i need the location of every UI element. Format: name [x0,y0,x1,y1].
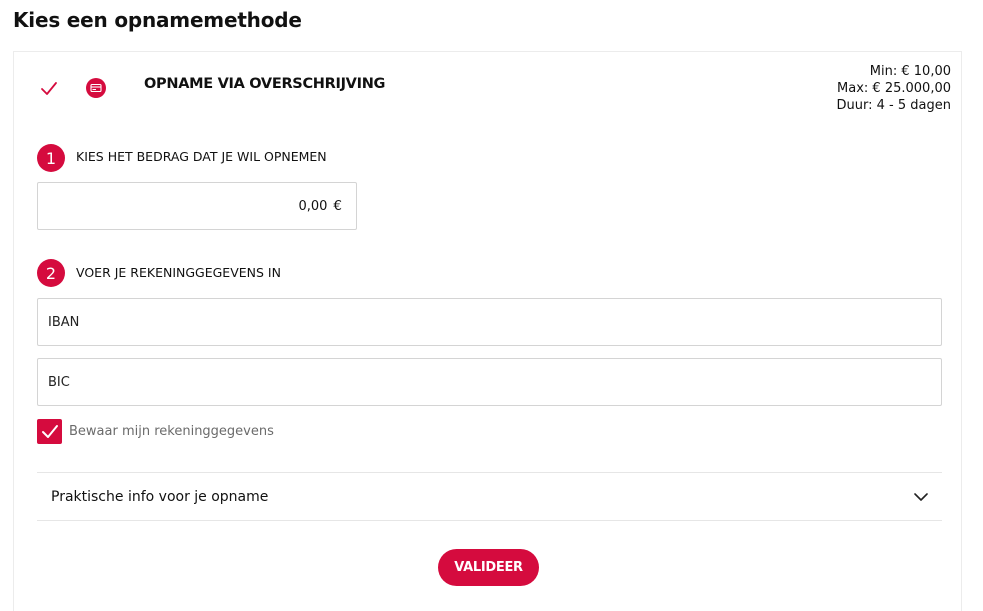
checkbox-check-icon [41,424,58,438]
save-details-label[interactable]: Bewaar mijn rekeninggegevens [69,424,274,439]
step-1-badge: 1 [37,144,65,172]
method-limits: Min: € 10,00 Max: € 25.000,00 Duur: 4 - … [837,63,951,114]
bic-input[interactable] [38,374,941,390]
checkmark-icon [41,82,57,95]
bic-field-wrapper [37,358,942,406]
bank-card-icon [86,78,106,98]
practical-info-toggle[interactable]: Praktische info voor je opname [37,473,942,521]
step-1-label: KIES HET BEDRAG DAT JE WIL OPNEMEN [76,149,327,164]
step-2-badge: 2 [37,259,65,287]
practical-info-label: Praktische info voor je opname [51,489,269,505]
withdrawal-method-card: OPNAME VIA OVERSCHRIJVING Min: € 10,00 M… [13,51,962,611]
amount-input[interactable] [38,198,334,214]
currency-symbol: € [333,198,342,214]
method-title: OPNAME VIA OVERSCHRIJVING [144,76,386,92]
chevron-down-icon [914,493,928,501]
page-title: Kies een opnamemethode [13,8,302,32]
limit-min: Min: € 10,00 [869,64,951,79]
step-2-label: VOER JE REKENINGGEGEVENS IN [76,265,281,280]
divider-bottom [37,520,942,521]
iban-input[interactable] [38,314,941,330]
amount-field-wrapper: € [37,182,357,230]
limit-duration: Duur: 4 - 5 dagen [836,98,951,113]
iban-field-wrapper [37,298,942,346]
save-details-checkbox[interactable] [37,419,62,444]
limit-max: Max: € 25.000,00 [837,81,951,96]
validate-button[interactable]: VALIDEER [438,549,539,586]
